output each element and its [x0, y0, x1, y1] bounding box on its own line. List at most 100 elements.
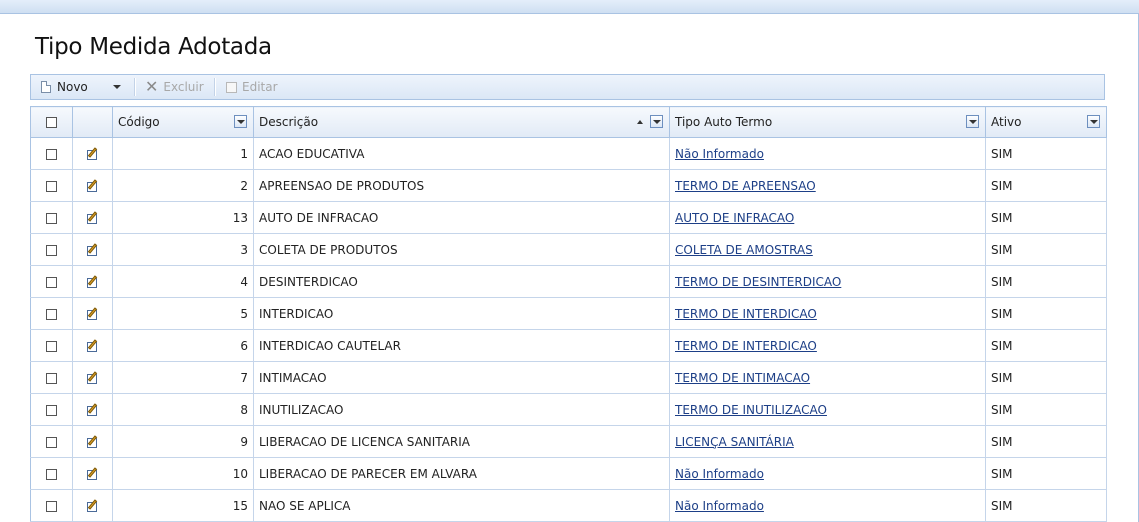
row-auto-term-type-link[interactable]: COLETA DE AMOSTRAS [675, 243, 813, 257]
row-edit-cell [72, 425, 113, 458]
row-code: 15 [112, 489, 254, 522]
row-checkbox[interactable] [46, 212, 57, 224]
row-code: 5 [112, 297, 254, 330]
row-auto-term-type-link[interactable]: Não Informado [675, 147, 764, 161]
row-auto-term-type-link[interactable]: TERMO DE APREENSAO [675, 179, 816, 193]
edit-icon[interactable] [86, 339, 99, 352]
row-edit-cell [72, 297, 113, 330]
table-row[interactable]: 10 LIBERACAO DE PARECER EM ALVARA Não In… [30, 457, 1107, 490]
row-auto-term-type-link[interactable]: TERMO DE DESINTERDICAO [675, 275, 841, 289]
column-menu-icon[interactable] [1087, 115, 1100, 128]
row-checkbox[interactable] [46, 500, 57, 512]
row-auto-term-type-cell: TERMO DE INTERDICAO [669, 329, 986, 362]
row-edit-cell [72, 489, 113, 522]
row-checkbox[interactable] [46, 308, 57, 320]
table-row[interactable]: 15 NAO SE APLICA Não Informado SIM [30, 489, 1107, 522]
row-auto-term-type-link[interactable]: TERMO DE INTERDICAO [675, 339, 817, 353]
row-checkbox[interactable] [46, 404, 57, 416]
row-active: SIM [985, 393, 1107, 426]
table-row[interactable]: 1 ACAO EDUCATIVA Não Informado SIM [30, 137, 1107, 170]
delete-button-label: Excluir [163, 80, 204, 94]
row-auto-term-type-link[interactable]: LICENÇA SANITÁRIA [675, 435, 794, 449]
row-code: 8 [112, 393, 254, 426]
toolbar-separator [134, 78, 136, 96]
row-description: INUTILIZACAO [253, 393, 670, 426]
row-edit-cell [72, 361, 113, 394]
row-active: SIM [985, 265, 1107, 298]
edit-icon[interactable] [86, 275, 99, 288]
column-header-auto-term-type[interactable]: Tipo Auto Termo [669, 106, 986, 138]
column-header-description[interactable]: Descrição [253, 106, 670, 138]
row-checkbox[interactable] [46, 148, 57, 160]
edit-icon[interactable] [86, 179, 99, 192]
table-row[interactable]: 5 INTERDICAO TERMO DE INTERDICAO SIM [30, 297, 1107, 330]
table-row[interactable]: 6 INTERDICAO CAUTELAR TERMO DE INTERDICA… [30, 329, 1107, 362]
row-checkbox[interactable] [46, 276, 57, 288]
column-header-code[interactable]: Código [112, 106, 254, 138]
column-header-description-label: Descrição [259, 115, 319, 129]
row-checkbox[interactable] [46, 244, 57, 256]
close-icon: ✕ [145, 77, 159, 96]
row-auto-term-type-cell: TERMO DE INUTILIZACAO [669, 393, 986, 426]
new-button[interactable]: Novo [41, 75, 88, 99]
row-edit-cell [72, 233, 113, 266]
grid-toolbar: Novo ✕ Excluir Editar [30, 74, 1105, 100]
row-description: DESINTERDICAO [253, 265, 670, 298]
table-row[interactable]: 8 INUTILIZACAO TERMO DE INUTILIZACAO SIM [30, 393, 1107, 426]
new-dropdown-arrow[interactable] [113, 75, 121, 99]
row-auto-term-type-link[interactable]: Não Informado [675, 499, 764, 513]
page-title: Tipo Medida Adotada [35, 34, 272, 60]
edit-column-header [72, 106, 113, 138]
edit-icon[interactable] [86, 147, 99, 160]
edit-icon[interactable] [86, 211, 99, 224]
edit-icon[interactable] [86, 435, 99, 448]
table-row[interactable]: 9 LIBERACAO DE LICENCA SANITARIA LICENÇA… [30, 425, 1107, 458]
column-menu-icon[interactable] [234, 115, 247, 128]
row-auto-term-type-link[interactable]: TERMO DE INUTILIZACAO [675, 403, 827, 417]
table-row[interactable]: 7 INTIMACAO TERMO DE INTIMACAO SIM [30, 361, 1107, 394]
row-checkbox[interactable] [46, 372, 57, 384]
row-auto-term-type-link[interactable]: TERMO DE INTIMACAO [675, 371, 810, 385]
row-description: NAO SE APLICA [253, 489, 670, 522]
edit-icon[interactable] [86, 403, 99, 416]
column-header-active[interactable]: Ativo [985, 106, 1107, 138]
edit-icon[interactable] [86, 467, 99, 480]
column-menu-icon[interactable] [966, 115, 979, 128]
row-checkbox[interactable] [46, 180, 57, 192]
row-select-cell [30, 393, 73, 426]
table-row[interactable]: 4 DESINTERDICAO TERMO DE DESINTERDICAO S… [30, 265, 1107, 298]
row-checkbox[interactable] [46, 468, 57, 480]
row-checkbox[interactable] [46, 340, 57, 352]
table-row[interactable]: 3 COLETA DE PRODUTOS COLETA DE AMOSTRAS … [30, 233, 1107, 266]
row-active: SIM [985, 329, 1107, 362]
table-row[interactable]: 13 AUTO DE INFRACAO AUTO DE INFRACAO SIM [30, 201, 1107, 234]
row-auto-term-type-link[interactable]: AUTO DE INFRACAO [675, 211, 794, 225]
row-code: 13 [112, 201, 254, 234]
row-code: 6 [112, 329, 254, 362]
row-description: COLETA DE PRODUTOS [253, 233, 670, 266]
row-edit-cell [72, 201, 113, 234]
select-all-checkbox[interactable] [46, 117, 57, 128]
row-edit-cell [72, 393, 113, 426]
row-checkbox[interactable] [46, 436, 57, 448]
row-edit-cell [72, 457, 113, 490]
edit-icon[interactable] [86, 371, 99, 384]
row-description: APREENSAO DE PRODUTOS [253, 169, 670, 202]
row-auto-term-type-link[interactable]: TERMO DE INTERDICAO [675, 307, 817, 321]
row-auto-term-type-cell: LICENÇA SANITÁRIA [669, 425, 986, 458]
table-row[interactable]: 2 APREENSAO DE PRODUTOS TERMO DE APREENS… [30, 169, 1107, 202]
edit-icon[interactable] [86, 243, 99, 256]
column-menu-icon[interactable] [650, 115, 663, 128]
row-select-cell [30, 201, 73, 234]
row-description: LIBERACAO DE PARECER EM ALVARA [253, 457, 670, 490]
row-edit-cell [72, 329, 113, 362]
delete-button[interactable]: ✕ Excluir [145, 75, 204, 99]
edit-icon[interactable] [86, 499, 99, 512]
row-code: 9 [112, 425, 254, 458]
row-auto-term-type-cell: TERMO DE DESINTERDICAO [669, 265, 986, 298]
edit-icon[interactable] [86, 307, 99, 320]
edit-button[interactable]: Editar [226, 75, 278, 99]
row-active: SIM [985, 297, 1107, 330]
row-auto-term-type-cell: TERMO DE APREENSAO [669, 169, 986, 202]
row-auto-term-type-link[interactable]: Não Informado [675, 467, 764, 481]
